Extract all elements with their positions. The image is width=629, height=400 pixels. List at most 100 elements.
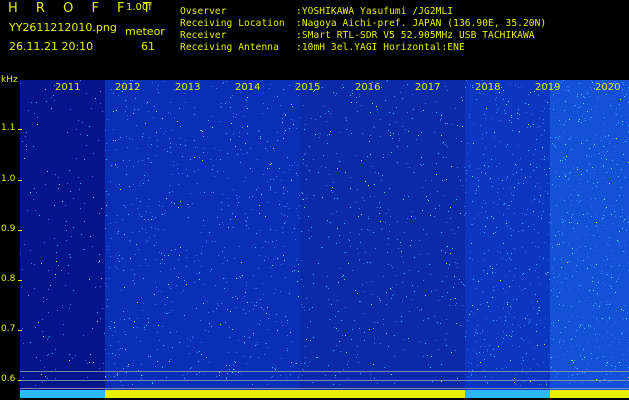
noise-pixel [245,177,246,178]
noise-pixel [339,161,340,162]
noise-pixel [304,306,305,307]
noise-pixel [107,249,108,250]
noise-pixel [584,357,585,358]
noise-pixel [526,373,527,374]
noise-pixel [622,228,623,229]
noise-pixel [348,367,349,368]
noise-pixel [589,104,590,105]
noise-pixel [58,265,59,266]
noise-pixel [270,179,271,180]
noise-pixel [162,214,163,215]
noise-pixel [176,331,177,332]
noise-pixel [306,179,307,180]
noise-pixel [459,279,460,280]
noise-pixel [229,369,230,370]
noise-pixel [309,238,310,239]
noise-pixel [199,273,200,274]
noise-pixel [37,124,38,125]
noise-pixel [571,360,572,361]
noise-pixel [607,151,608,152]
noise-pixel [558,138,559,139]
noise-pixel [244,342,245,343]
noise-pixel [431,356,432,357]
noise-pixel [559,342,560,343]
noise-pixel [338,282,339,283]
noise-pixel [167,297,168,298]
noise-pixel [480,346,481,347]
noise-pixel [518,118,519,119]
noise-pixel [125,334,126,335]
noise-pixel [577,169,578,170]
noise-pixel [179,108,180,109]
noise-pixel [622,124,623,125]
noise-pixel [569,139,570,140]
noise-pixel [532,302,533,303]
noise-pixel [404,195,405,196]
noise-pixel [622,89,623,90]
noise-pixel [603,177,604,178]
noise-pixel [55,369,56,370]
noise-pixel [625,305,626,306]
noise-pixel [219,375,220,376]
noise-pixel [450,207,451,208]
noise-pixel [305,357,306,358]
noise-pixel [132,80,133,81]
noise-pixel [391,289,392,290]
noise-pixel [306,165,307,166]
noise-pixel [217,171,218,172]
noise-pixel [598,96,599,97]
noise-pixel [573,195,574,196]
noise-pixel [607,332,608,333]
noise-pixel [187,204,188,205]
noise-pixel [354,320,355,321]
noise-pixel [563,221,564,222]
noise-pixel [90,354,91,355]
noise-pixel [592,281,593,282]
noise-pixel [526,112,527,113]
noise-pixel [562,233,563,234]
noise-pixel [565,144,566,145]
noise-pixel [201,232,202,233]
noise-pixel [509,271,510,272]
noise-pixel [393,294,394,295]
noise-pixel [351,339,352,340]
noise-pixel [463,284,464,285]
noise-pixel [338,330,339,331]
noise-pixel [68,273,69,274]
noise-pixel [574,175,575,176]
noise-pixel [134,274,135,275]
noise-pixel [241,374,242,375]
noise-pixel [579,83,580,84]
noise-pixel [573,124,574,125]
noise-pixel [455,350,456,351]
noise-pixel [145,123,146,124]
noise-pixel [162,367,163,368]
noise-pixel [546,340,547,341]
noise-pixel [537,301,538,302]
noise-pixel [84,221,85,222]
noise-pixel [559,243,560,244]
noise-pixel [337,168,338,169]
noise-pixel [116,110,117,111]
noise-pixel [544,108,545,109]
noise-pixel [547,272,548,273]
noise-pixel [583,349,584,350]
noise-pixel [535,186,536,187]
noise-pixel [598,357,599,358]
noise-pixel [593,316,594,317]
noise-pixel [224,288,225,289]
noise-pixel [281,264,282,265]
noise-pixel [525,103,526,104]
noise-pixel [583,260,584,261]
noise-pixel [116,374,117,375]
noise-pixel [286,206,287,207]
noise-pixel [185,140,186,141]
noise-pixel [301,231,302,232]
noise-pixel [345,307,346,308]
noise-pixel [442,143,443,144]
noise-pixel [291,179,292,180]
noise-pixel [544,169,545,170]
noise-pixel [600,302,601,303]
noise-pixel [113,140,114,141]
noise-pixel [277,96,278,97]
